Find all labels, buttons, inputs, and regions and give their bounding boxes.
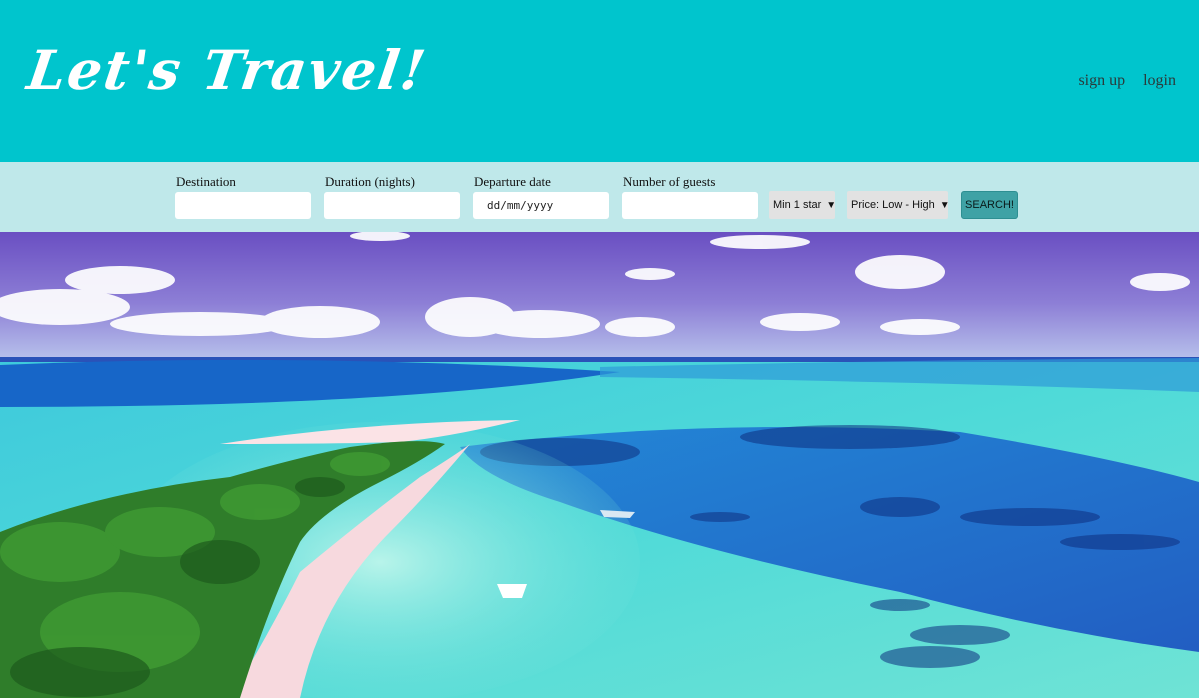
site-logo[interactable]: Let's Travel! [24,38,432,102]
destination-label: Destination [176,174,236,189]
duration-label: Duration (nights) [325,174,415,189]
signup-link[interactable]: sign up [1078,72,1125,90]
duration-field-group: Duration (nights) [324,174,460,219]
guests-label: Number of guests [623,174,716,189]
departure-label: Departure date [474,174,551,189]
island-lagoon-illustration [0,232,1199,698]
price-sort-select[interactable]: Price: Low - High ▼ [847,191,950,219]
destination-input[interactable] [175,192,311,219]
min-stars-value: Min 1 star [773,199,822,211]
search-bar: Destination Duration (nights) Departure … [0,162,1199,232]
price-sort-value: Price: Low - High [851,199,935,211]
caret-down-icon: ▼ [826,199,837,211]
search-button[interactable]: SEARCH! [961,191,1018,219]
departure-date-input[interactable] [473,192,609,219]
guests-field-group: Number of guests [622,174,758,219]
site-header: Let's Travel! sign up login [0,0,1199,162]
hero-image [0,232,1199,698]
duration-input[interactable] [324,192,460,219]
destination-field-group: Destination [175,174,311,219]
min-stars-select[interactable]: Min 1 star ▼ [769,191,837,219]
guests-input[interactable] [622,192,758,219]
top-nav: sign up login [1078,72,1176,90]
login-link[interactable]: login [1143,72,1176,90]
departure-field-group: Departure date [473,174,609,219]
caret-down-icon: ▼ [939,199,950,211]
